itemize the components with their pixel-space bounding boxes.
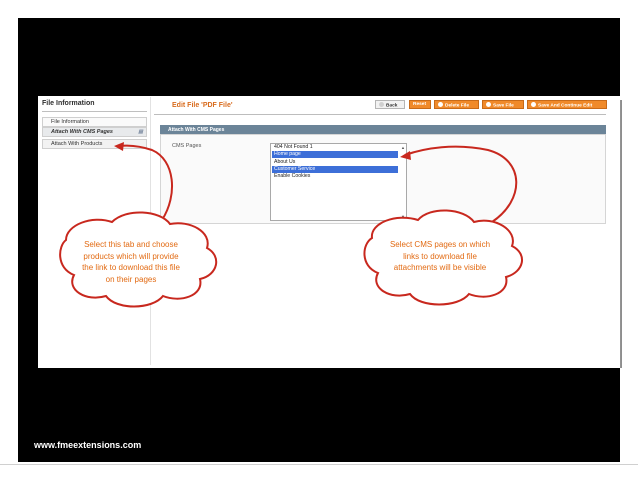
left-callout-text: Select this tab and choose products whic… — [70, 239, 192, 285]
right-callout-line: attachments will be visible — [393, 263, 487, 272]
right-callout-line: Select CMS pages on which — [389, 240, 491, 249]
left-arrow-curve — [117, 144, 174, 221]
left-callout-line: products which will provide — [83, 251, 179, 261]
left-callout-line: Select this tab and choose — [84, 240, 178, 249]
right-arrow-head — [400, 151, 411, 160]
left-callout-line: on their pages — [105, 274, 157, 284]
footer-website: www.fmeextensions.com — [34, 440, 142, 450]
left-arrow-head — [114, 142, 124, 151]
right-callout-line: links to download file — [403, 251, 477, 261]
right-callout-text: Select CMS pages on which links to downl… — [374, 239, 506, 274]
left-callout-line: the link to download this file — [82, 263, 180, 272]
right-arrow-curve — [404, 145, 518, 223]
